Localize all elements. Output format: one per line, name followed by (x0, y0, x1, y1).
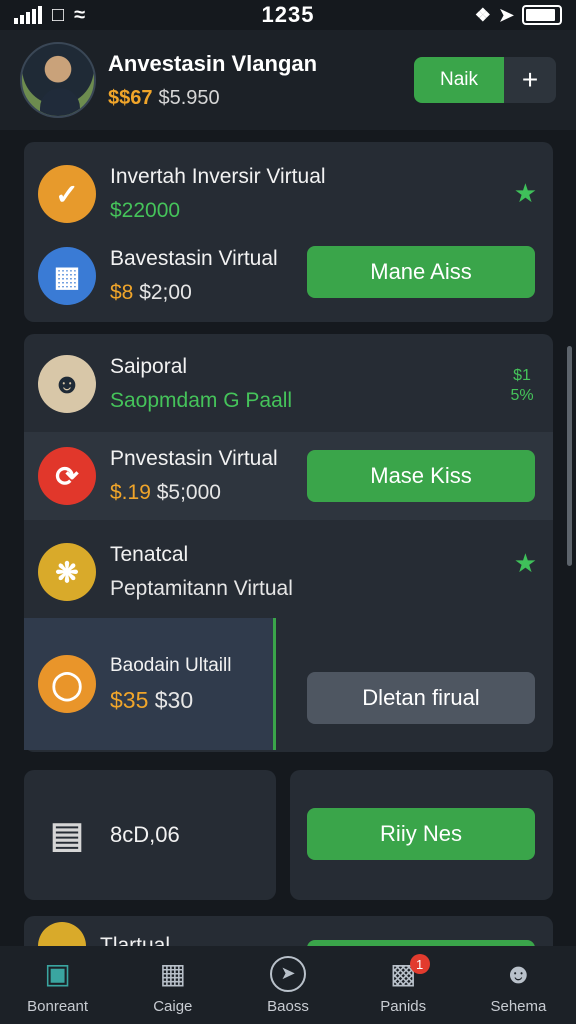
nav-label-home: Bonreant (27, 997, 89, 1015)
riiy-nes-button[interactable]: Riiy Nes (307, 808, 535, 860)
card2-row3-subtitle: Peptamitann Virtual (110, 577, 293, 600)
stack-text: 8cD,06 (110, 822, 262, 848)
compass-icon: ➤ (270, 955, 306, 992)
header-buttons: Naik + (414, 57, 556, 103)
nav-label-wallet: Panids (380, 997, 427, 1015)
nav-item-store[interactable]: ▦ Caige (115, 946, 230, 1024)
card2-row4: ◯ Baodain Ultaill $35 $30 (24, 618, 276, 750)
nav-item-compass[interactable]: ➤ Baoss (230, 946, 345, 1024)
card2-row3-text: Tenatcal Peptamitann Virtual (110, 543, 539, 601)
stack-card: ▤ 8cD,06 (24, 770, 276, 900)
plus-icon[interactable]: + (504, 57, 556, 103)
status-left: □ ≈ (14, 4, 214, 27)
card2-row1: ☻ Saiporal Saopmdam G Paall $1 5% (24, 344, 553, 424)
card2-side-stat: $1 5% (510, 367, 534, 404)
card2-row1-text: Saiporal Saopmdam G Paall (110, 355, 539, 413)
star-icon[interactable]: ★ (514, 178, 537, 209)
card1-row1-text: Invertah Inversir Virtual $22000 (110, 165, 539, 223)
avatar[interactable] (20, 42, 96, 118)
header-balance: $$67 $5.950 (108, 87, 414, 110)
person-avatar-icon: ☻ (38, 355, 96, 413)
status-bar: □ ≈ 1235 ❖ ➤ (0, 0, 576, 30)
investment-card-1: ✓ Invertah Inversir Virtual $22000 ★ ▦ B… (24, 142, 553, 322)
card2-row4-title: Baodain Ultaill (110, 654, 232, 676)
status-right: ❖ ➤ (362, 5, 562, 26)
stack-icon: ▤ (49, 814, 84, 855)
balance-value: $5.950 (158, 86, 220, 109)
nav-item-wallet[interactable]: ▩ 1 Panids (346, 946, 461, 1024)
dletan-firual-button[interactable]: Dletan firual (307, 672, 535, 724)
battery-icon (522, 5, 562, 25)
card2-row4-amount: $35 $30 (110, 687, 259, 714)
refresh-icon: ⟳ (38, 447, 96, 505)
notification-badge: 1 (409, 954, 430, 974)
header: Anvestasin Vlangan $$67 $5.950 Naik + (0, 30, 576, 130)
page-title: Anvestasin Vlangan (108, 50, 318, 76)
card2-title: Saiporal (110, 355, 188, 378)
card2-row3-title: Tenatcal (110, 543, 189, 566)
coin-icon: ✓ (38, 165, 96, 223)
card2-row3: ❋ Tenatcal Peptamitann Virtual ★ (24, 528, 553, 616)
network-label-icon: □ (52, 3, 65, 26)
nav-item-home[interactable]: ▣ Bonreant (0, 946, 115, 1024)
header-text: Anvestasin Vlangan $$67 $5.950 (108, 51, 414, 110)
home-icon: ▣ (44, 958, 71, 989)
stack-value: 8cD,06 (110, 822, 180, 847)
card2-row4-value: $30 (154, 686, 194, 713)
mane-aiss-button[interactable]: Mane Aiss (307, 246, 535, 298)
mase-kiss-button[interactable]: Mase Kiss (307, 450, 535, 502)
balance-gold: $$67 (108, 86, 153, 109)
card2-row4-text: Baodain Ultaill $35 $30 (110, 655, 259, 714)
bottom-nav: ▣ Bonreant ▦ Caige ➤ Baoss ▩ 1 Panids ☻ … (0, 946, 576, 1024)
card1-value: $22000 (110, 199, 181, 222)
stack-row: ▤ 8cD,06 (24, 800, 276, 870)
card1-row2-prefix: $8 (110, 281, 134, 304)
profile-icon: ☻ (503, 957, 534, 989)
wifi-icon: ≈ (74, 3, 86, 26)
bluetooth-icon: ❖ (474, 4, 491, 25)
card1-row1: ✓ Invertah Inversir Virtual $22000 ★ (24, 156, 553, 232)
naik-button[interactable]: Naik (414, 57, 504, 103)
nav-label-compass: Baoss (267, 997, 309, 1015)
investment-card-2: ☻ Saiporal Saopmdam G Paall $1 5% ⟳ Pnve… (24, 334, 553, 752)
star-icon-2[interactable]: ★ (514, 548, 537, 579)
search-icon: ◯ (38, 655, 96, 713)
app-grid-icon: ▦ (38, 247, 96, 305)
nav-label-store: Caige (153, 997, 193, 1015)
location-icon: ➤ (498, 4, 514, 25)
nav-item-profile[interactable]: ☻ Sehema (461, 946, 576, 1024)
gold-coin-icon: ❋ (38, 543, 96, 601)
scrollbar[interactable] (567, 346, 572, 566)
card2-row2-prefix: $.19 (110, 481, 151, 504)
card2-subtitle: Saopmdam G Paall (110, 389, 293, 412)
nav-label-profile: Sehema (490, 997, 547, 1015)
store-icon: ▦ (159, 958, 187, 989)
status-time: 1235 (261, 2, 315, 27)
card1-title: Invertah Inversir Virtual (110, 165, 326, 188)
card1-row2-value: $2;00 (139, 281, 192, 304)
riiy-card: Riiy Nes (290, 770, 553, 900)
card2-row2-value: $5;000 (156, 481, 221, 504)
card2-row4-prefix: $35 (110, 686, 149, 713)
signal-icon (14, 6, 42, 24)
